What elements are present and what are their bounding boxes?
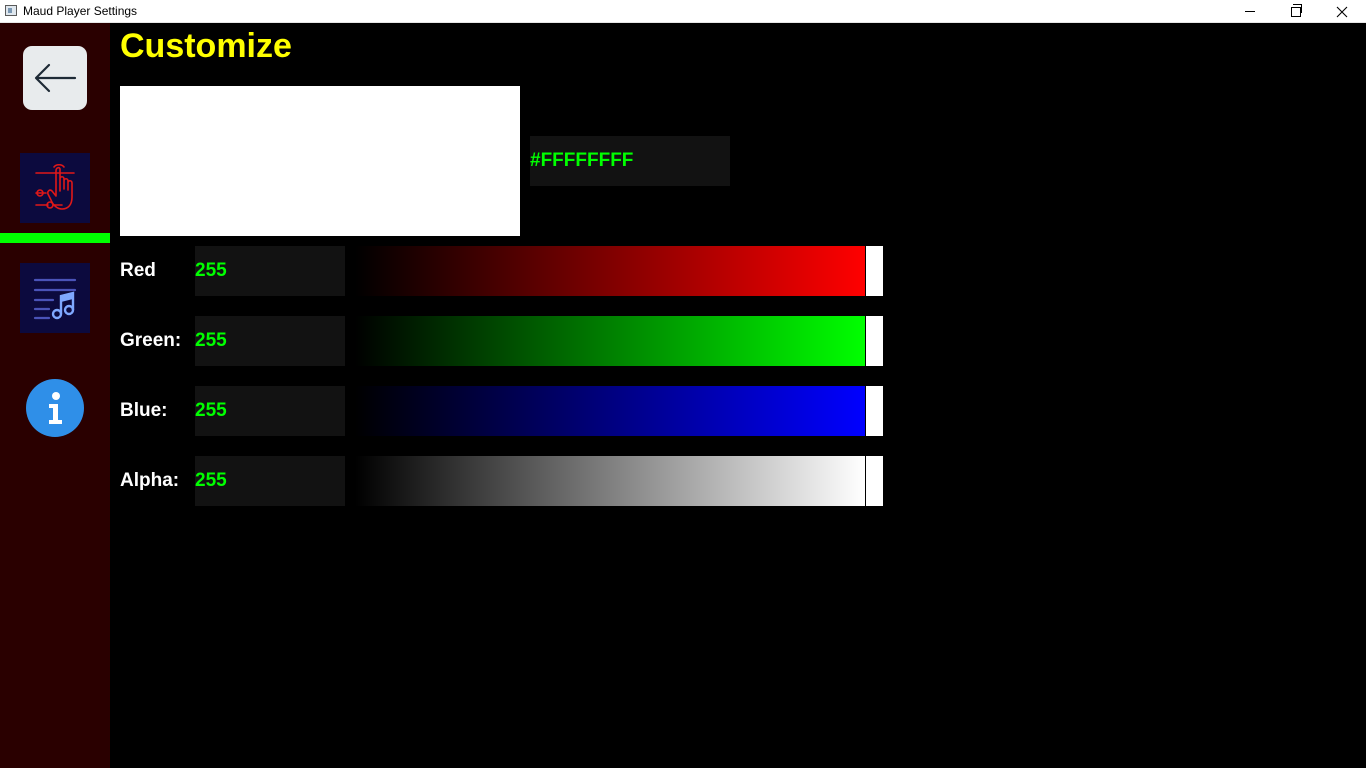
sidebar	[0, 23, 110, 768]
restore-button[interactable]	[1273, 0, 1319, 23]
blue-value-input[interactable]: 255	[195, 386, 345, 436]
blue-label: Blue:	[120, 400, 168, 421]
info-icon	[49, 392, 62, 424]
page-title: Customize	[120, 27, 292, 65]
nav-playlist[interactable]	[20, 263, 90, 333]
green-slider-track[interactable]	[355, 316, 865, 366]
restore-icon	[1291, 3, 1302, 17]
touch-settings-icon	[35, 163, 75, 210]
minimize-icon	[1245, 11, 1255, 12]
close-icon	[1336, 6, 1348, 17]
red-slider-track[interactable]	[355, 246, 865, 296]
red-slider-thumb[interactable]	[866, 246, 883, 296]
blue-slider-thumb[interactable]	[866, 386, 883, 436]
green-slider-thumb[interactable]	[866, 316, 883, 366]
alpha-value-input[interactable]: 255	[195, 456, 345, 506]
alpha-label: Alpha:	[120, 470, 180, 491]
blue-slider-track[interactable]	[355, 386, 865, 436]
window-titlebar: Maud Player Settings	[0, 0, 1366, 23]
arrow-left-icon	[34, 63, 77, 93]
color-preview	[120, 86, 520, 236]
nav-customize[interactable]	[20, 153, 90, 223]
window-title: Maud Player Settings	[23, 4, 138, 18]
alpha-slider-track[interactable]	[355, 456, 865, 506]
alpha-slider-thumb[interactable]	[866, 456, 883, 506]
info-button[interactable]	[26, 379, 84, 437]
active-nav-indicator	[0, 233, 110, 243]
red-label: Red	[120, 260, 156, 281]
green-label: Green:	[120, 330, 182, 351]
back-button[interactable]	[23, 46, 87, 110]
app-icon	[5, 5, 17, 16]
red-value-input[interactable]: 255	[195, 246, 345, 296]
music-list-icon	[33, 278, 77, 320]
hex-input[interactable]: #FFFFFFFF	[530, 136, 730, 186]
green-value-input[interactable]: 255	[195, 316, 345, 366]
close-button[interactable]	[1319, 0, 1365, 23]
minimize-button[interactable]	[1227, 0, 1273, 23]
